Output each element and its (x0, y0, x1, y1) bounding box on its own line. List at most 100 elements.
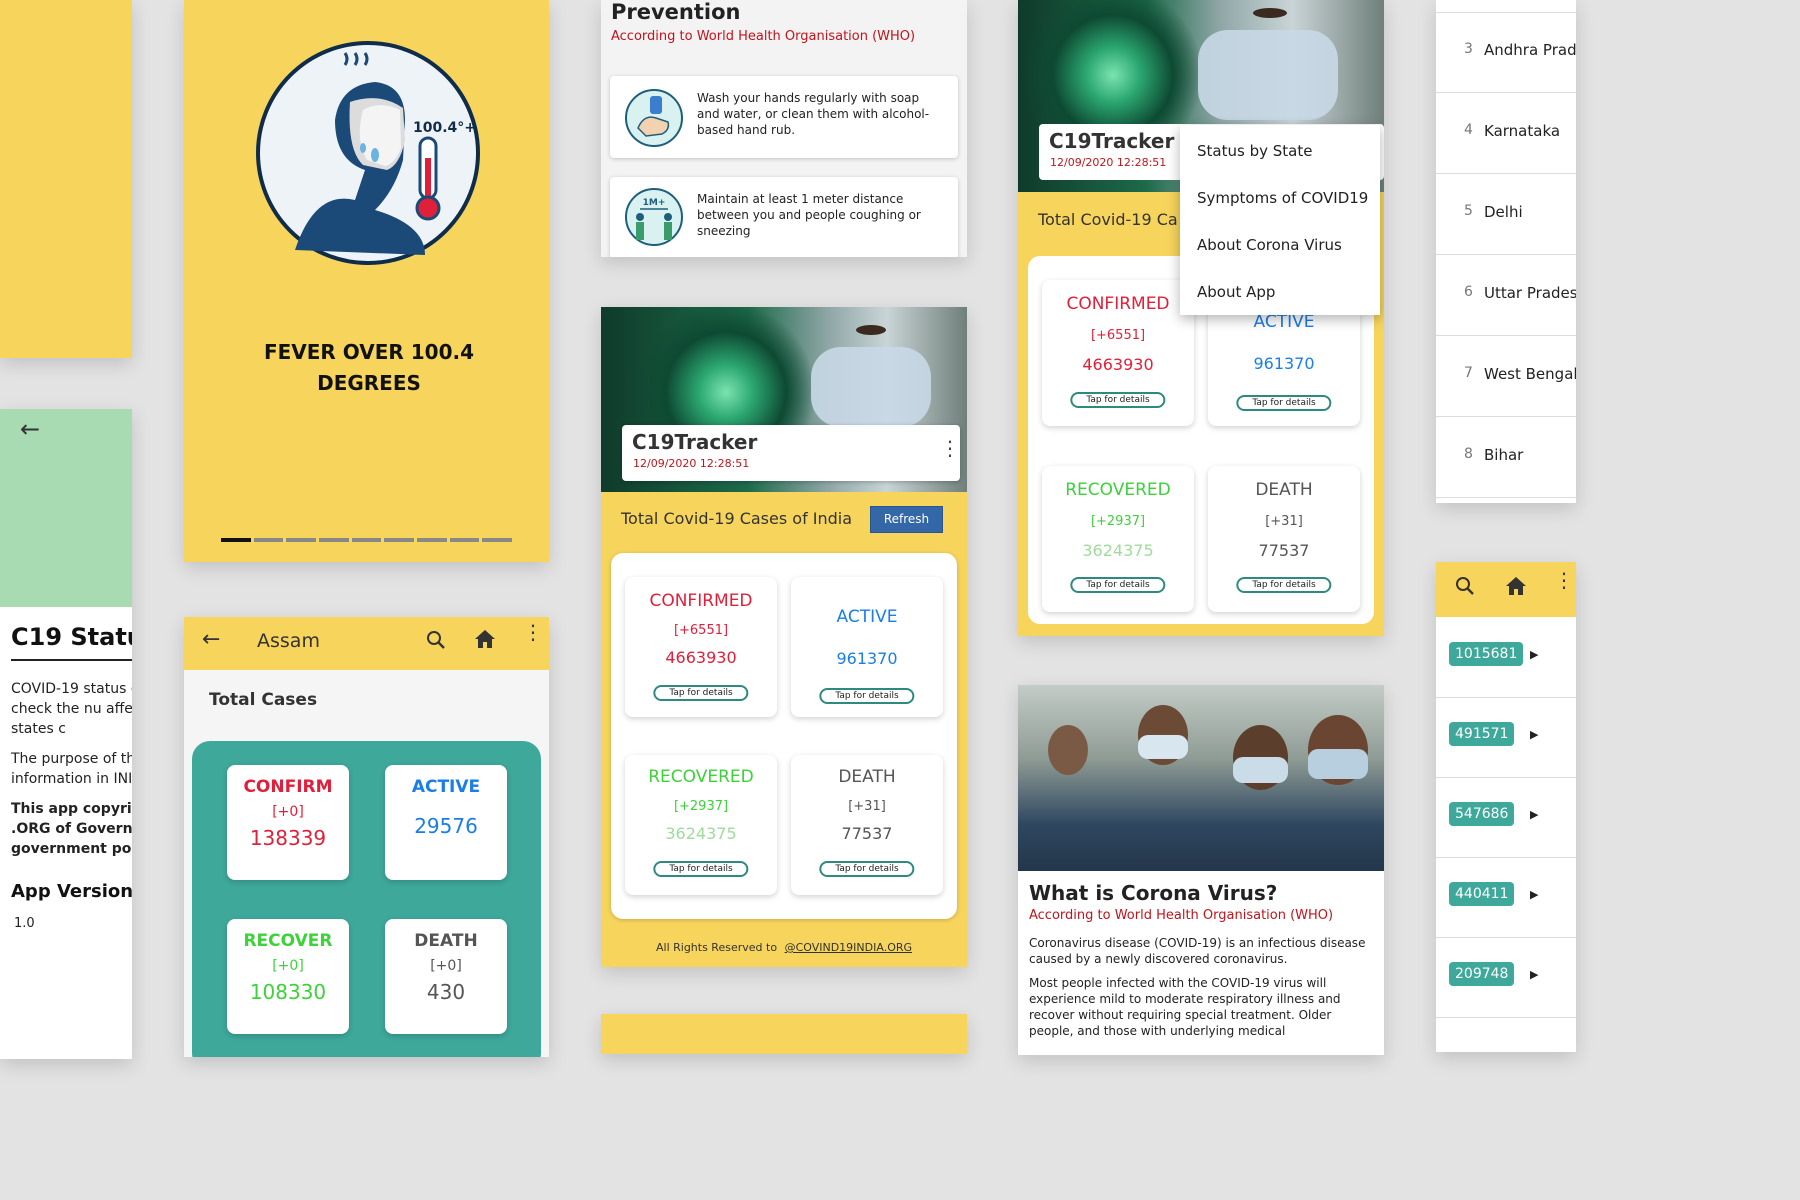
state-row[interactable]: 5 Delhi (1436, 175, 1576, 255)
state-row[interactable]: 7 West Bengal (1436, 337, 1576, 417)
recovered-value: 3624375 (665, 824, 737, 843)
state-row[interactable]: 8 Bihar (1436, 418, 1576, 498)
total-cases-heading-partial: Total Covid-19 Ca (1038, 210, 1178, 229)
overflow-menu: Status by State Symptoms of COVID19 Abou… (1180, 125, 1380, 315)
distance-icon: 1M+ (625, 188, 683, 246)
total-cases-heading: Total Cases (209, 690, 318, 710)
recover-title: RECOVER (243, 931, 333, 951)
menu-status-by-state[interactable]: Status by State (1197, 142, 1312, 160)
onboarding-caption: FEVER OVER 100.4 DEGREES (263, 340, 475, 395)
mask-2 (1138, 735, 1188, 759)
confirmed-card[interactable]: CONFIRMED [+6551] 4663930 Tap for detail… (1042, 280, 1194, 426)
person-1 (1048, 725, 1088, 775)
prevention-screen: Prevention According to World Health Org… (601, 0, 967, 257)
home-icon[interactable] (474, 629, 496, 649)
menu-about-app[interactable]: About App (1197, 283, 1275, 301)
active-title: ACTIVE (1253, 312, 1315, 332)
footer-link[interactable]: @COVIND19INDIA.ORG (785, 941, 912, 954)
recovered-title: RECOVERED (1065, 480, 1171, 500)
active-card[interactable]: ACTIVE 961370 Tap for details (791, 577, 943, 717)
active-tap-button[interactable]: Tap for details (1236, 395, 1332, 411)
state-row[interactable]: 3 Andhra Prad (1436, 13, 1576, 93)
state-rank: 3 (1464, 41, 1473, 57)
eye-shape (1253, 8, 1287, 18)
corona-paragraph-1: Coronavirus disease (COVID-19) is an inf… (1029, 936, 1366, 966)
district-list-screen: ⋮ 1015681 ▶ 491571 ▶ 547686 ▶ 440411 ▶ 20974… (1436, 562, 1576, 1052)
district-value-badge: 1015681 (1449, 642, 1524, 666)
death-tap-button[interactable]: Tap for details (819, 861, 915, 877)
mask-shape (1198, 30, 1338, 120)
home-icon[interactable] (1505, 576, 1527, 596)
death-card[interactable]: DEATH [+31] 77537 Tap for details (791, 755, 943, 895)
menu-symptoms[interactable]: Symptoms of COVID19 (1197, 189, 1368, 207)
recovered-tap-button[interactable]: Tap for details (653, 861, 749, 877)
confirmed-tap-button[interactable]: Tap for details (1070, 392, 1166, 408)
confirmed-tap-button[interactable]: Tap for details (653, 685, 749, 701)
refresh-button[interactable]: Refresh (870, 506, 943, 533)
district-row[interactable]: 547686 ▶ (1436, 778, 1576, 858)
about-title: C19 Status (11, 623, 132, 651)
about-screen: ← C19 Status COVID-19 status c can check… (0, 409, 132, 1059)
recovered-card[interactable]: RECOVERED [+2937] 3624375 Tap for detail… (625, 755, 777, 895)
state-death-card[interactable]: DEATH [+0] 430 (385, 919, 507, 1034)
state-rank: 5 (1464, 203, 1473, 219)
corona-info-screen: What is Corona Virus? According to World… (1018, 685, 1384, 1055)
death-card[interactable]: DEATH [+31] 77537 Tap for details (1208, 466, 1360, 612)
death-value: 430 (426, 980, 466, 1004)
state-confirm-card[interactable]: CONFIRM [+0] 138339 (227, 765, 349, 880)
caret-right-icon[interactable]: ▶ (1530, 648, 1538, 661)
prevention-item-wash: Wash your hands regularly with soap and … (610, 76, 958, 158)
timestamp: 12/09/2020 12:28:51 (633, 457, 750, 470)
caret-right-icon[interactable]: ▶ (1530, 968, 1538, 981)
district-row[interactable]: 440411 ▶ (1436, 858, 1576, 938)
app-name: C19Tracker (1049, 129, 1175, 153)
menu-about-corona[interactable]: About Corona Virus (1197, 236, 1342, 254)
death-tap-button[interactable]: Tap for details (1236, 577, 1332, 593)
search-icon[interactable] (426, 630, 446, 650)
death-value: 77537 (1258, 541, 1310, 560)
caret-right-icon[interactable]: ▶ (1530, 728, 1538, 741)
state-name: Bihar (1484, 446, 1524, 464)
prevention-wash-text: Wash your hands regularly with soap and … (697, 91, 930, 137)
prevention-item-distance: 1M+ Maintain at least 1 meter distance b… (610, 177, 958, 257)
more-vert-icon[interactable]: ⋮ (1554, 570, 1574, 590)
confirmed-value: 4663930 (665, 648, 737, 667)
district-row[interactable]: 491571 ▶ (1436, 698, 1576, 778)
confirmed-delta: [+6551] (1090, 328, 1146, 343)
mask-4 (1308, 749, 1368, 779)
search-icon[interactable] (1455, 576, 1475, 596)
state-recover-card[interactable]: RECOVER [+0] 108330 (227, 919, 349, 1034)
app-bar-card: C19Tracker 12/09/2020 12:28:51 ⋮ (622, 425, 960, 481)
menu-tracker-screen: C19Tracker 12/09/2020 12:28:51 Total Cov… (1018, 0, 1384, 636)
state-rank: 7 (1464, 365, 1473, 381)
state-row[interactable]: 4 Karnataka (1436, 94, 1576, 174)
recovered-card[interactable]: RECOVERED [+2937] 3624375 Tap for detail… (1042, 466, 1194, 612)
death-value: 77537 (841, 824, 893, 843)
back-arrow-icon[interactable]: ← (202, 627, 220, 652)
state-row[interactable]: 6 Uttar Prades (1436, 256, 1576, 336)
recovered-tap-button[interactable]: Tap for details (1070, 577, 1166, 593)
caret-right-icon[interactable]: ▶ (1530, 808, 1538, 821)
more-vert-icon[interactable]: ⋮ (940, 438, 960, 458)
district-row[interactable]: 1015681 ▶ (1436, 618, 1576, 698)
mask-3 (1233, 757, 1288, 783)
back-arrow-icon[interactable]: ← (20, 415, 40, 443)
state-rank: 4 (1464, 122, 1473, 138)
state-active-card[interactable]: ACTIVE 29576 (385, 765, 507, 880)
district-row[interactable]: 209748 ▶ (1436, 938, 1576, 1018)
death-delta: [+31] (1265, 514, 1303, 529)
distance-badge: 1M+ (643, 198, 666, 208)
corona-title: What is Corona Virus? (1029, 881, 1278, 905)
main-tracker-screen: C19Tracker 12/09/2020 12:28:51 ⋮ Total C… (601, 307, 967, 967)
district-value-badge: 547686 (1449, 802, 1515, 826)
active-tap-button[interactable]: Tap for details (819, 688, 915, 704)
more-vert-icon[interactable]: ⋮ (523, 622, 543, 642)
confirmed-card[interactable]: CONFIRMED [+6551] 4663930 Tap for detail… (625, 577, 777, 717)
active-value: 961370 (836, 649, 898, 668)
corona-subtitle: According to World Health Organisation (… (1029, 908, 1334, 923)
prevention-distance-text: Maintain at least 1 meter distance betwe… (697, 192, 921, 238)
confirm-title: CONFIRM (243, 777, 333, 797)
state-rank: 8 (1464, 446, 1473, 462)
caret-right-icon[interactable]: ▶ (1530, 888, 1538, 901)
eye-shape (856, 325, 886, 335)
